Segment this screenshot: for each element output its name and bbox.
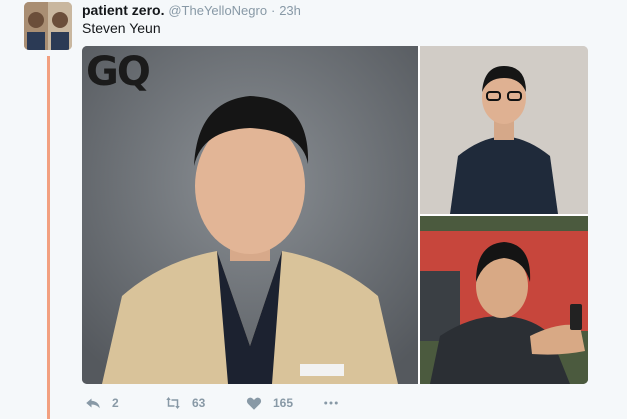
photo-top-right[interactable] bbox=[420, 46, 588, 214]
display-name[interactable]: patient zero. bbox=[82, 2, 164, 18]
heart-icon bbox=[246, 397, 262, 410]
separator-dot: · bbox=[270, 3, 276, 18]
reply-button[interactable]: 2 bbox=[84, 391, 119, 415]
tweet-header: patient zero. @TheYelloNegro · 23h bbox=[82, 1, 301, 20]
tweet: patient zero. @TheYelloNegro · 23h Steve… bbox=[0, 0, 627, 419]
photo-main[interactable]: GQ bbox=[82, 46, 418, 384]
like-count: 165 bbox=[273, 396, 294, 410]
reply-count: 2 bbox=[112, 396, 119, 410]
reply-icon bbox=[86, 398, 100, 409]
retweet-button[interactable]: 63 bbox=[164, 391, 205, 415]
tweet-text: Steven Yeun bbox=[82, 20, 161, 36]
media-grid: GQ bbox=[82, 46, 588, 384]
action-bar: 2 63 165 bbox=[82, 391, 502, 415]
like-button[interactable]: 165 bbox=[245, 391, 293, 415]
avatar[interactable] bbox=[24, 2, 72, 50]
gq-logo: GQ bbox=[86, 49, 151, 95]
thread-line bbox=[47, 56, 50, 419]
more-button[interactable] bbox=[322, 391, 340, 415]
retweet-icon bbox=[166, 397, 180, 409]
retweet-count: 63 bbox=[192, 396, 206, 410]
photo-bottom-right[interactable] bbox=[420, 216, 588, 384]
more-icon bbox=[324, 401, 338, 405]
user-handle[interactable]: @TheYelloNegro bbox=[168, 3, 267, 18]
timestamp[interactable]: 23h bbox=[279, 3, 301, 18]
